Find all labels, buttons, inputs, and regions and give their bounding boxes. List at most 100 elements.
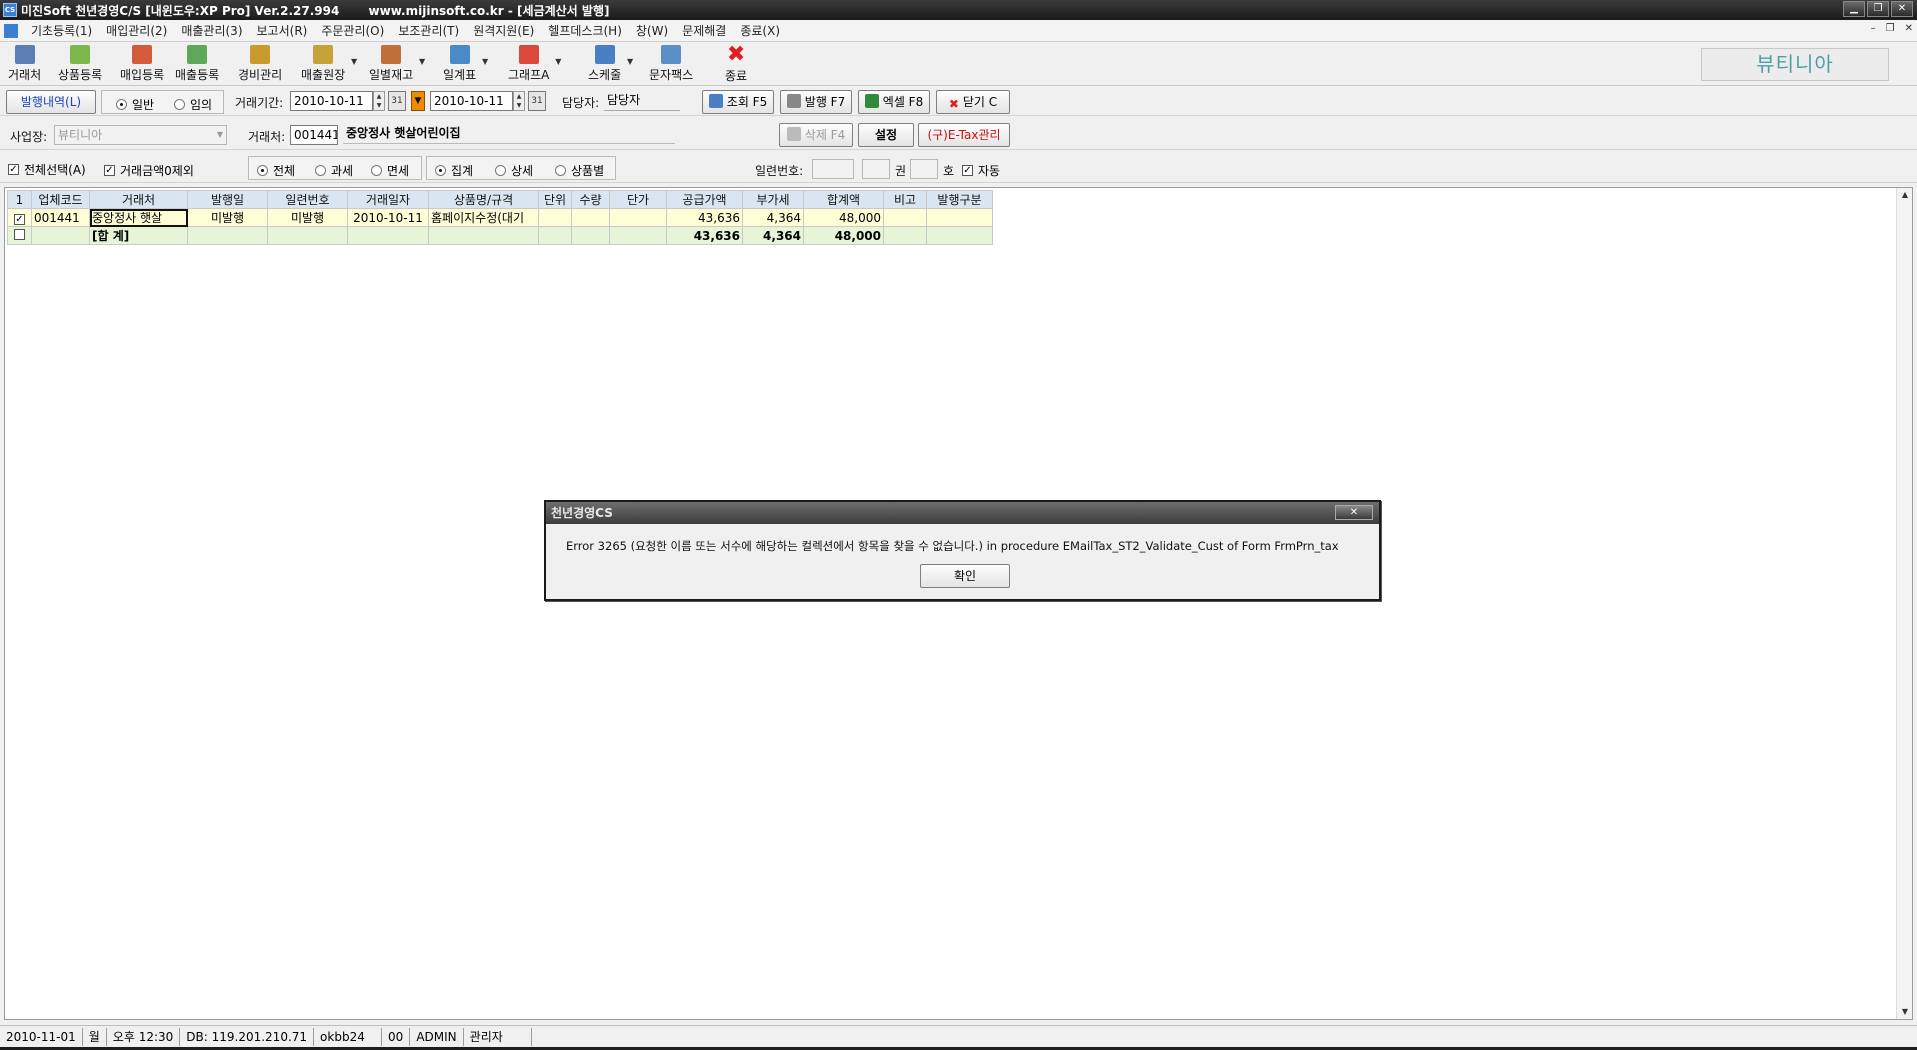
menu-order[interactable]: 주문관리(O) [314,22,391,39]
manager-input[interactable]: 담당자 [604,91,680,111]
col-serial[interactable]: 일련번호 [267,190,348,209]
cell-note[interactable] [883,208,927,227]
col-issue-date[interactable]: 발행일 [187,190,268,209]
col-total[interactable]: 합계액 [803,190,884,209]
cell-issue-type[interactable] [926,208,993,227]
toolbar-graph-button[interactable]: 그래프A ▼ [508,45,561,83]
vertical-scrollbar[interactable]: ▲ ▼ [1896,188,1912,1019]
mode-custom-radio[interactable]: 임의 [174,96,212,113]
toolbar-client-button[interactable]: 거래처 [8,45,41,83]
col-code[interactable]: 업체코드 [31,190,90,209]
menu-sales[interactable]: 매출관리(3) [174,22,249,39]
cell-issue-date[interactable]: 미발행 [187,208,268,227]
toolbar-daily-sheet-button[interactable]: 일계표 ▼ [443,45,488,83]
mdi-restore-button[interactable]: ❐ [1886,23,1895,34]
client-code-input[interactable]: 001441 [290,125,338,145]
toolbar-expense-button[interactable]: 경비관리 [238,45,282,83]
exclude-zero-checkbox[interactable]: ✓ 거래금액0제외 [104,162,194,179]
cell-qty[interactable] [571,208,610,227]
menu-exit[interactable]: 종료(X) [733,22,787,39]
table-row[interactable]: ✓ 001441 중앙정사 햇살 미발행 미발행 2010-10-11 홈페이지… [7,208,993,227]
view-detail-radio[interactable]: 상세 [495,162,533,179]
cell-item[interactable]: 홈페이지수정(대기 [428,208,539,227]
col-vat[interactable]: 부가세 [742,190,804,209]
col-index[interactable]: 1 [7,190,32,209]
tax-exempt-radio[interactable]: 면세 [371,162,409,179]
settings-button[interactable]: 설정 [858,123,914,147]
dropdown-arrow-icon[interactable]: ▼ [627,57,633,66]
etax-button[interactable]: (구)E-Tax관리 [918,123,1010,147]
cell-unit[interactable] [538,208,572,227]
cell-total[interactable]: 48,000 [803,208,884,227]
col-item[interactable]: 상품명/규격 [428,190,539,209]
toolbar-sales-button[interactable]: 매출등록 [175,45,219,83]
row-checkbox[interactable]: ✓ [7,208,32,227]
menu-purchase[interactable]: 매입관리(2) [99,22,174,39]
col-client[interactable]: 거래처 [89,190,188,209]
minimize-button[interactable]: ▁ [1843,1,1865,17]
calendar-icon[interactable]: 31 [388,91,406,111]
close-form-button[interactable]: ✖ 닫기 C [936,90,1010,114]
cell-code[interactable]: 001441 [31,208,90,227]
dropdown-arrow-icon[interactable]: ▼ [482,57,488,66]
dialog-ok-button[interactable]: 확인 [920,564,1010,588]
date-to-spinner[interactable]: ▲ ▼ [513,91,525,111]
serial-volume-input[interactable] [812,159,854,179]
toolbar-product-button[interactable]: 상품등록 [58,45,102,83]
tax-all-radio[interactable]: 전체 [257,162,295,179]
mdi-minimize-button[interactable]: – [1871,23,1876,34]
search-button[interactable]: 조회 F5 [702,90,774,114]
toolbar-purchase-button[interactable]: 매입등록 [120,45,164,83]
issue-history-button[interactable]: 발행내역(L) [6,90,96,114]
cell-client[interactable]: 중앙정사 햇살 [89,208,188,227]
cell-trade-date[interactable]: 2010-10-11 [347,208,429,227]
dialog-close-button[interactable]: ✕ [1335,505,1373,520]
cell-price[interactable] [609,208,667,227]
date-from-spinner[interactable]: ▲ ▼ [373,91,385,111]
issue-button[interactable]: 발행 F7 [780,90,852,114]
col-note[interactable]: 비고 [883,190,927,209]
close-button[interactable]: ✕ [1891,1,1913,17]
cell-vat[interactable]: 4,364 [742,208,804,227]
col-supply[interactable]: 공급가액 [666,190,743,209]
menu-report[interactable]: 보고서(R) [250,22,315,39]
date-from-input[interactable]: 2010-10-11 [290,91,373,111]
col-issue-type[interactable]: 발행구분 [926,190,993,209]
auto-checkbox[interactable]: ✓ 자동 [962,162,1000,179]
calendar-icon[interactable]: 31 [528,91,546,111]
select-all-checkbox[interactable]: ✓ 전체선택(A) [8,161,86,178]
view-summary-radio[interactable]: 집계 [435,162,473,179]
row-checkbox[interactable] [7,226,32,245]
menu-remote[interactable]: 원격지원(E) [466,22,541,39]
mode-normal-radio[interactable]: 일반 [116,96,154,113]
tax-taxable-radio[interactable]: 과세 [315,162,353,179]
dropdown-arrow-icon[interactable]: ▼ [351,57,357,66]
menu-aux[interactable]: 보조관리(T) [391,22,466,39]
menu-troubleshoot[interactable]: 문제해결 [675,22,733,39]
menu-window[interactable]: 창(W) [629,22,675,39]
serial-number-input[interactable] [862,159,890,179]
toolbar-sms-fax-button[interactable]: 문자팩스 [649,45,693,83]
toolbar-sales-ledger-button[interactable]: 매출원장 ▼ [301,45,357,83]
scroll-up-icon[interactable]: ▲ [1897,188,1913,202]
dropdown-arrow-icon[interactable]: ▼ [419,57,425,66]
scroll-down-icon[interactable]: ▼ [1897,1005,1913,1019]
toolbar-exit-button[interactable]: ✖ 종료 [725,44,747,84]
restore-button[interactable]: ❐ [1867,1,1889,17]
dropdown-arrow-icon[interactable]: ▼ [555,57,561,66]
mdi-close-button[interactable]: ✕ [1905,23,1913,34]
range-toggle-icon[interactable]: ▼ [411,91,425,111]
col-unit[interactable]: 단위 [538,190,572,209]
document-icon[interactable] [4,23,18,38]
date-to-input[interactable]: 2010-10-11 [430,91,513,111]
view-by-product-radio[interactable]: 상품별 [555,162,604,179]
col-trade-date[interactable]: 거래일자 [347,190,429,209]
cell-supply[interactable]: 43,636 [666,208,743,227]
serial-no-input[interactable] [910,159,938,179]
site-select[interactable]: 뷰티니아 ▼ [54,125,227,145]
toolbar-schedule-button[interactable]: 스케줄 ▼ [588,45,633,83]
cell-serial[interactable]: 미발행 [267,208,348,227]
menu-helpdesk[interactable]: 헬프데스크(H) [541,22,629,39]
col-qty[interactable]: 수량 [571,190,610,209]
toolbar-stock-button[interactable]: 일별재고 ▼ [369,45,425,83]
